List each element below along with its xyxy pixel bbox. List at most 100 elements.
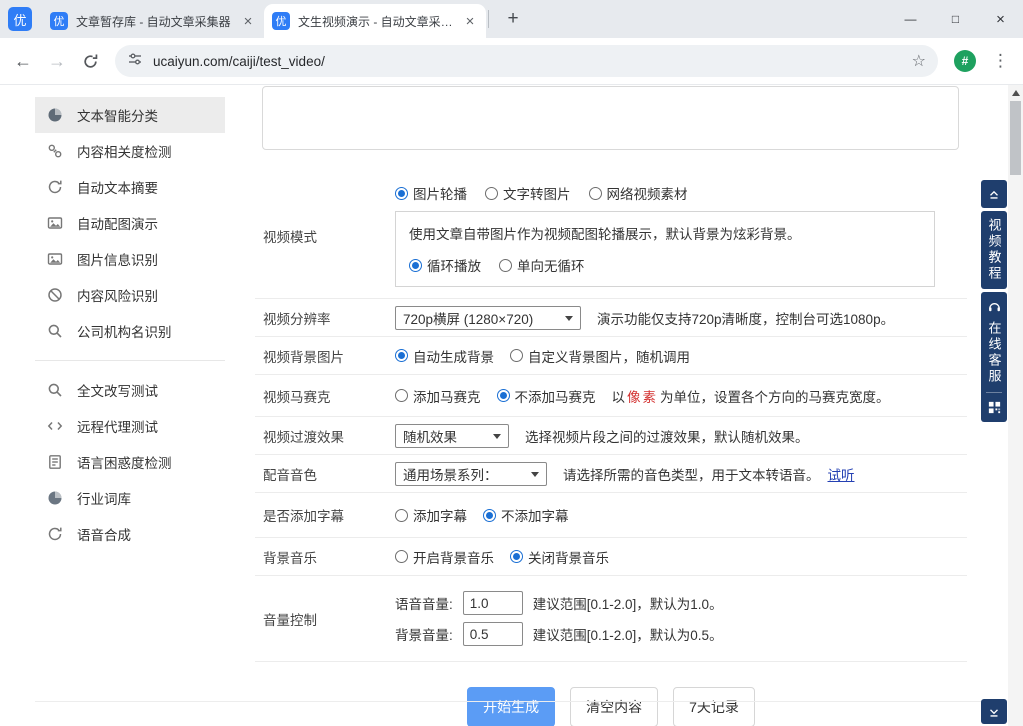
sidebar-item-label: 内容风险识别 [77, 285, 158, 305]
radio-no-mosaic[interactable]: 不添加马赛克 [497, 386, 596, 406]
radio-label: 自动生成背景 [413, 346, 494, 366]
scroll-to-bottom-button[interactable] [981, 699, 1007, 724]
radio-label: 关闭背景音乐 [528, 547, 609, 567]
radio-icon [395, 509, 408, 522]
sidebar-item-remote-proxy-test[interactable]: 远程代理测试 [35, 408, 225, 444]
field-label-voice-timbre: 配音音色 [255, 464, 395, 484]
sidebar-item-label: 公司机构名识别 [77, 321, 172, 341]
scrollbar-up-arrow[interactable] [1008, 85, 1023, 99]
radio-label: 循环播放 [427, 255, 481, 275]
sidebar-item-relevance-check[interactable]: 内容相关度检测 [35, 133, 225, 169]
radio-image-carousel[interactable]: 图片轮播 [395, 183, 467, 203]
bgm-volume-hint: 建议范围[0.1-2.0]，默认为0.5。 [533, 624, 723, 644]
browser-menu-icon[interactable]: ⋮ [992, 51, 1009, 71]
tab-close-icon[interactable]: × [240, 13, 256, 30]
form-row-background-music: 背景音乐 开启背景音乐 关闭背景音乐 [255, 538, 967, 576]
page-content: 文本智能分类 内容相关度检测 自动文本摘要 自动配图演示 图片信息识别 内容风险… [0, 85, 1023, 726]
browser-app-icon[interactable]: 优 [8, 7, 32, 31]
minimize-button[interactable]: — [888, 0, 933, 38]
extension-icon[interactable]: # [954, 50, 976, 72]
radio-label: 添加字幕 [413, 505, 467, 525]
radio-loop-play[interactable]: 循环播放 [409, 255, 481, 275]
form-row-subtitle: 是否添加字幕 添加字幕 不添加字幕 [255, 493, 967, 538]
url-text[interactable]: ucaiyun.com/caiji/test_video/ [153, 54, 325, 69]
radio-label: 开启背景音乐 [413, 547, 494, 567]
forward-icon[interactable]: → [48, 52, 66, 70]
radio-no-subtitle[interactable]: 不添加字幕 [483, 505, 569, 525]
field-label-volume: 音量控制 [255, 609, 395, 629]
pie-chart-icon [47, 490, 63, 506]
site-settings-icon[interactable] [127, 51, 143, 72]
radio-text-to-image[interactable]: 文字转图片 [485, 183, 571, 203]
page-scrollbar[interactable] [1008, 85, 1023, 726]
radio-enable-bgm[interactable]: 开启背景音乐 [395, 547, 494, 567]
clear-content-button[interactable]: 清空内容 [570, 687, 658, 726]
triangle-up-icon [1012, 86, 1020, 96]
tab-strip: 优 优 文章暂存库 - 自动文章采集器 × 优 文生视频演示 - 自动文章采集.… [0, 0, 1023, 38]
tab-title: 文生视频演示 - 自动文章采集... [298, 13, 454, 30]
document-icon [47, 454, 63, 470]
radio-add-subtitle[interactable]: 添加字幕 [395, 505, 467, 525]
address-bar[interactable]: ucaiyun.com/caiji/test_video/ ☆ [115, 45, 938, 77]
sidebar-item-auto-illustration[interactable]: 自动配图演示 [35, 205, 225, 241]
sidebar-item-perplexity-check[interactable]: 语言困惑度检测 [35, 444, 225, 480]
sidebar-divider [35, 360, 225, 361]
tab-article-storage[interactable]: 优 文章暂存库 - 自动文章采集器 × [42, 4, 264, 38]
audition-link[interactable]: 试听 [828, 464, 855, 484]
resolution-hint: 演示功能仅支持720p清晰度，控制台可选1080p。 [597, 308, 894, 328]
field-label-mosaic: 视频马赛克 [255, 386, 395, 406]
chevron-down-icon [531, 472, 539, 481]
voice-timbre-select[interactable]: 通用场景系列： [395, 462, 547, 486]
close-window-button[interactable]: × [978, 0, 1023, 38]
radio-custom-background[interactable]: 自定义背景图片，随机调用 [510, 346, 690, 366]
sidebar-item-org-name-recognition[interactable]: 公司机构名识别 [35, 313, 225, 349]
maximize-button[interactable]: □ [933, 0, 978, 38]
reload-icon[interactable] [82, 53, 99, 70]
back-icon[interactable]: ← [14, 52, 32, 70]
sidebar-item-industry-lexicon[interactable]: 行业词库 [35, 480, 225, 516]
radio-checked-icon [483, 509, 496, 522]
resolution-select[interactable]: 720p横屏 (1280×720) [395, 306, 581, 330]
radio-icon [499, 259, 512, 272]
sidebar-item-image-recognition[interactable]: 图片信息识别 [35, 241, 225, 277]
scrollbar-thumb[interactable] [1010, 101, 1021, 175]
window-controls: — □ × [888, 0, 1023, 38]
online-support-button[interactable]: 在线客服 [981, 292, 1007, 422]
qr-code-icon [987, 400, 1002, 415]
sidebar-item-label: 行业词库 [77, 488, 131, 508]
video-mode-description: 使用文章自带图片作为视频配图轮播展示，默认背景为炫彩背景。 [409, 223, 921, 243]
radio-label: 自定义背景图片，随机调用 [528, 346, 690, 366]
seven-day-records-button[interactable]: 7天记录 [673, 687, 755, 726]
radio-no-loop[interactable]: 单向无循环 [499, 255, 585, 275]
chevron-down-icon [493, 434, 501, 443]
code-icon [47, 418, 63, 434]
search-icon [47, 323, 63, 339]
new-tab-button[interactable]: + [499, 5, 527, 33]
sidebar-item-text-classification[interactable]: 文本智能分类 [35, 97, 225, 133]
form-row-resolution: 视频分辨率 720p横屏 (1280×720) 演示功能仅支持720p清晰度，控… [255, 299, 967, 337]
start-generate-button[interactable]: 开始生成 [467, 687, 555, 726]
sidebar-item-rewrite-test[interactable]: 全文改写测试 [35, 372, 225, 408]
sidebar-item-risk-detection[interactable]: 内容风险识别 [35, 277, 225, 313]
voice-volume-input[interactable] [463, 591, 523, 615]
transition-select[interactable]: 随机效果 [395, 424, 509, 448]
video-tutorial-button[interactable]: 视频教程 [981, 211, 1007, 289]
radio-disable-bgm[interactable]: 关闭背景音乐 [510, 547, 609, 567]
radio-checked-icon [510, 550, 523, 563]
form-row-mosaic: 视频马赛克 添加马赛克 不添加马赛克 以像素为单位，设置各个方向的马赛克宽度。 [255, 375, 967, 417]
back-to-top-button[interactable] [981, 180, 1007, 208]
radio-icon [485, 187, 498, 200]
radio-web-video-material[interactable]: 网络视频素材 [589, 183, 688, 203]
select-value: 720p横屏 (1280×720) [403, 308, 533, 328]
radio-add-mosaic[interactable]: 添加马赛克 [395, 386, 481, 406]
form-row-volume: 音量控制 语音音量: 建议范围[0.1-2.0]，默认为1.0。 背景音量: 建… [255, 576, 967, 662]
bgm-volume-input[interactable] [463, 622, 523, 646]
tab-video-demo[interactable]: 优 文生视频演示 - 自动文章采集... × [264, 4, 486, 38]
search-icon [47, 382, 63, 398]
tab-close-icon[interactable]: × [462, 13, 478, 30]
article-text-area[interactable] [262, 86, 959, 150]
radio-auto-background[interactable]: 自动生成背景 [395, 346, 494, 366]
sidebar-item-auto-summary[interactable]: 自动文本摘要 [35, 169, 225, 205]
sidebar-item-speech-synthesis[interactable]: 语音合成 [35, 516, 225, 552]
bookmark-star-icon[interactable]: ☆ [912, 51, 926, 71]
